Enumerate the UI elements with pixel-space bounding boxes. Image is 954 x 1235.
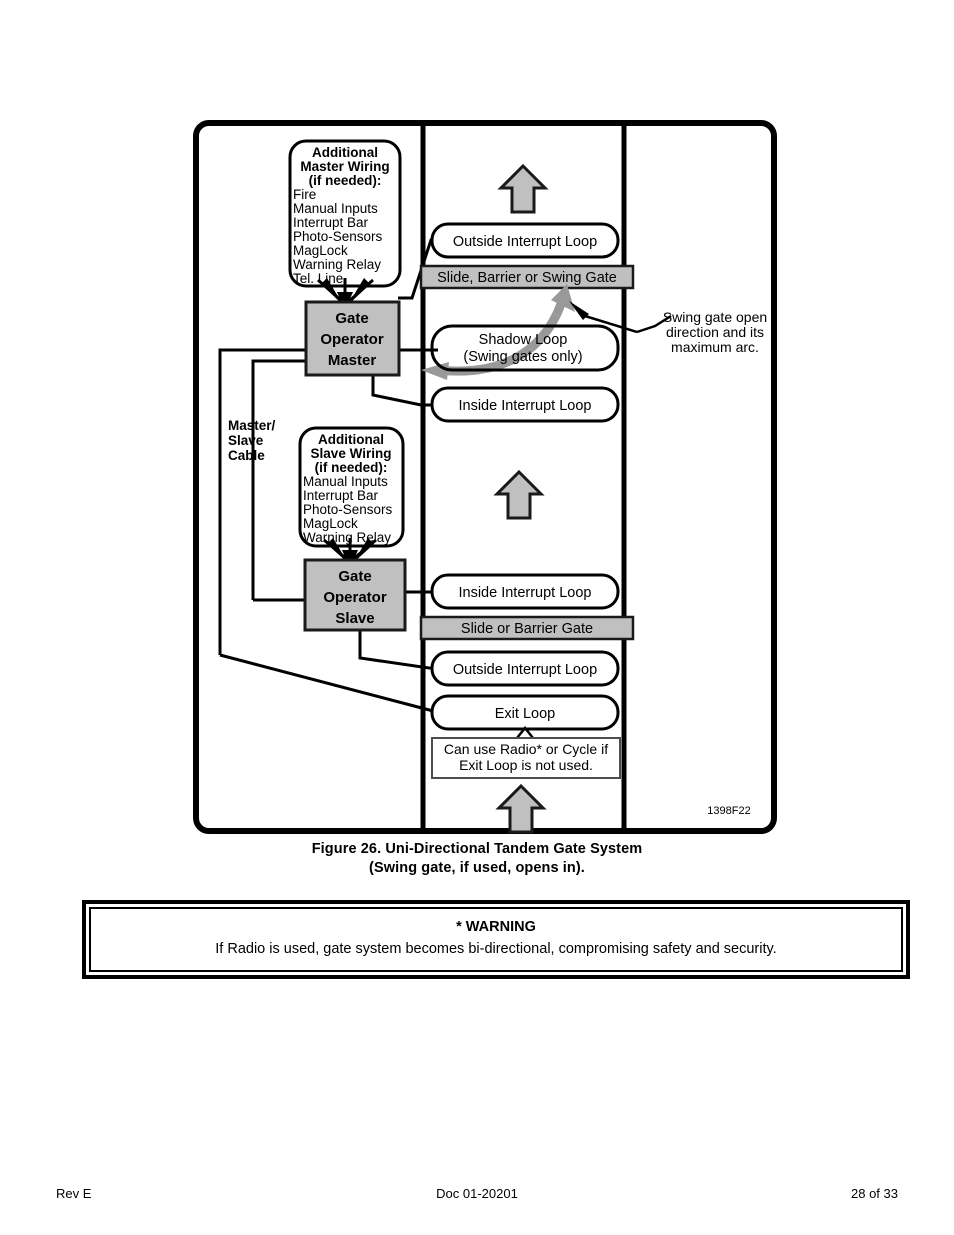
slave-wiring-callout: Additional Slave Wiring (if needed): Man…	[298, 426, 405, 568]
drawing-id: 1398F22	[707, 805, 750, 817]
master-wiring-callout: Additional Master Wiring (if needed): Fi…	[288, 139, 402, 310]
swing-annotation-line-1: Swing gate open	[663, 309, 767, 325]
footer-document-number: Doc 01-20201	[436, 1186, 518, 1201]
gate-operator-master: Gate Operator Master	[304, 300, 401, 377]
page-footer: Rev E Doc 01-20201 28 of 33	[0, 1186, 954, 1206]
exit-note-line-1: Can use Radio* or Cycle if	[444, 741, 608, 757]
slave-wiring-title-1: Additional	[318, 432, 384, 447]
slave-wiring-item-3: MagLock	[303, 516, 358, 531]
slave-wiring-item-4: Warning Relay	[303, 530, 391, 545]
cable-label-line-2: Slave	[228, 433, 264, 448]
slave-wiring-title-2: Slave Wiring	[311, 446, 392, 461]
master-wiring-title-3: (if needed):	[309, 173, 382, 188]
loop-slave-outside-label: Outside Interrupt Loop	[453, 662, 597, 678]
master-wiring-item-1: Manual Inputs	[293, 201, 378, 216]
warning-text: If Radio is used, gate system becomes bi…	[215, 941, 777, 957]
figure-caption: Figure 26. Uni-Directional Tandem Gate S…	[0, 840, 954, 878]
cable-label-line-1: Master/	[228, 418, 276, 433]
swing-annotation-line-3: maximum arc.	[671, 339, 759, 355]
operator-slave-line-2: Operator	[323, 589, 387, 606]
master-wiring-title-2: Master Wiring	[300, 159, 389, 174]
warning-box-inner: * WARNING If Radio is used, gate system …	[89, 907, 903, 972]
loop-shadow-line-1: Shadow Loop	[479, 332, 568, 348]
exit-note-line-2: Exit Loop is not used.	[459, 757, 593, 773]
footer-page-number: 28 of 33	[851, 1186, 898, 1201]
master-wiring-item-2: Interrupt Bar	[293, 215, 369, 230]
loop-master-outside-label: Outside Interrupt Loop	[453, 234, 597, 250]
slave-wiring-item-2: Photo-Sensors	[303, 502, 393, 517]
master-wiring-item-5: Warning Relay	[293, 257, 381, 272]
loop-slave-inside-interrupt: Inside Interrupt Loop	[430, 573, 620, 610]
document-page: Additional Master Wiring (if needed): Fi…	[0, 0, 954, 1235]
loop-shadow-line-2: (Swing gates only)	[463, 349, 582, 365]
operator-slave-line-1: Gate	[338, 568, 371, 585]
loop-exit-label: Exit Loop	[495, 706, 555, 722]
gate-bar-slave: Slide or Barrier Gate	[419, 615, 635, 641]
gate-bar-master-label: Slide, Barrier or Swing Gate	[437, 270, 617, 286]
slave-wiring-item-0: Manual Inputs	[303, 474, 388, 489]
operator-master-line-1: Gate	[335, 310, 368, 327]
operator-slave-line-3: Slave	[335, 610, 374, 627]
loop-master-outside-interrupt: Outside Interrupt Loop	[430, 222, 620, 259]
master-wiring-item-3: Photo-Sensors	[293, 229, 383, 244]
loop-master-inside-interrupt: Inside Interrupt Loop	[430, 386, 620, 423]
loop-slave-inside-label: Inside Interrupt Loop	[458, 585, 591, 601]
gate-bar-master: Slide, Barrier or Swing Gate	[419, 264, 635, 290]
gate-bar-slave-label: Slide or Barrier Gate	[461, 621, 593, 637]
master-wiring-item-6: Tel. Line	[293, 271, 343, 286]
loop-slave-outside-interrupt: Outside Interrupt Loop	[430, 650, 620, 687]
warning-title: * WARNING	[456, 919, 536, 935]
warning-box: * WARNING If Radio is used, gate system …	[82, 900, 910, 979]
operator-master-line-3: Master	[328, 352, 377, 369]
loop-master-inside-label: Inside Interrupt Loop	[458, 398, 591, 414]
figure-diagram: Additional Master Wiring (if needed): Fi…	[193, 120, 777, 834]
figure-caption-line-1: Figure 26. Uni-Directional Tandem Gate S…	[311, 841, 643, 857]
slave-wiring-item-1: Interrupt Bar	[303, 488, 379, 503]
slave-wiring-title-3: (if needed):	[315, 460, 388, 475]
loop-exit: Exit Loop	[430, 694, 620, 731]
gate-operator-slave: Gate Operator Slave	[303, 558, 407, 632]
operator-master-line-2: Operator	[320, 331, 384, 348]
swing-annotation-line-2: direction and its	[666, 324, 764, 340]
figure-caption-line-2: (Swing gate, if used, opens in).	[369, 860, 585, 876]
master-wiring-item-0: Fire	[293, 187, 316, 202]
cable-label-line-3: Cable	[228, 448, 265, 463]
master-wiring-title-1: Additional	[312, 145, 378, 160]
master-wiring-item-4: MagLock	[293, 243, 348, 258]
